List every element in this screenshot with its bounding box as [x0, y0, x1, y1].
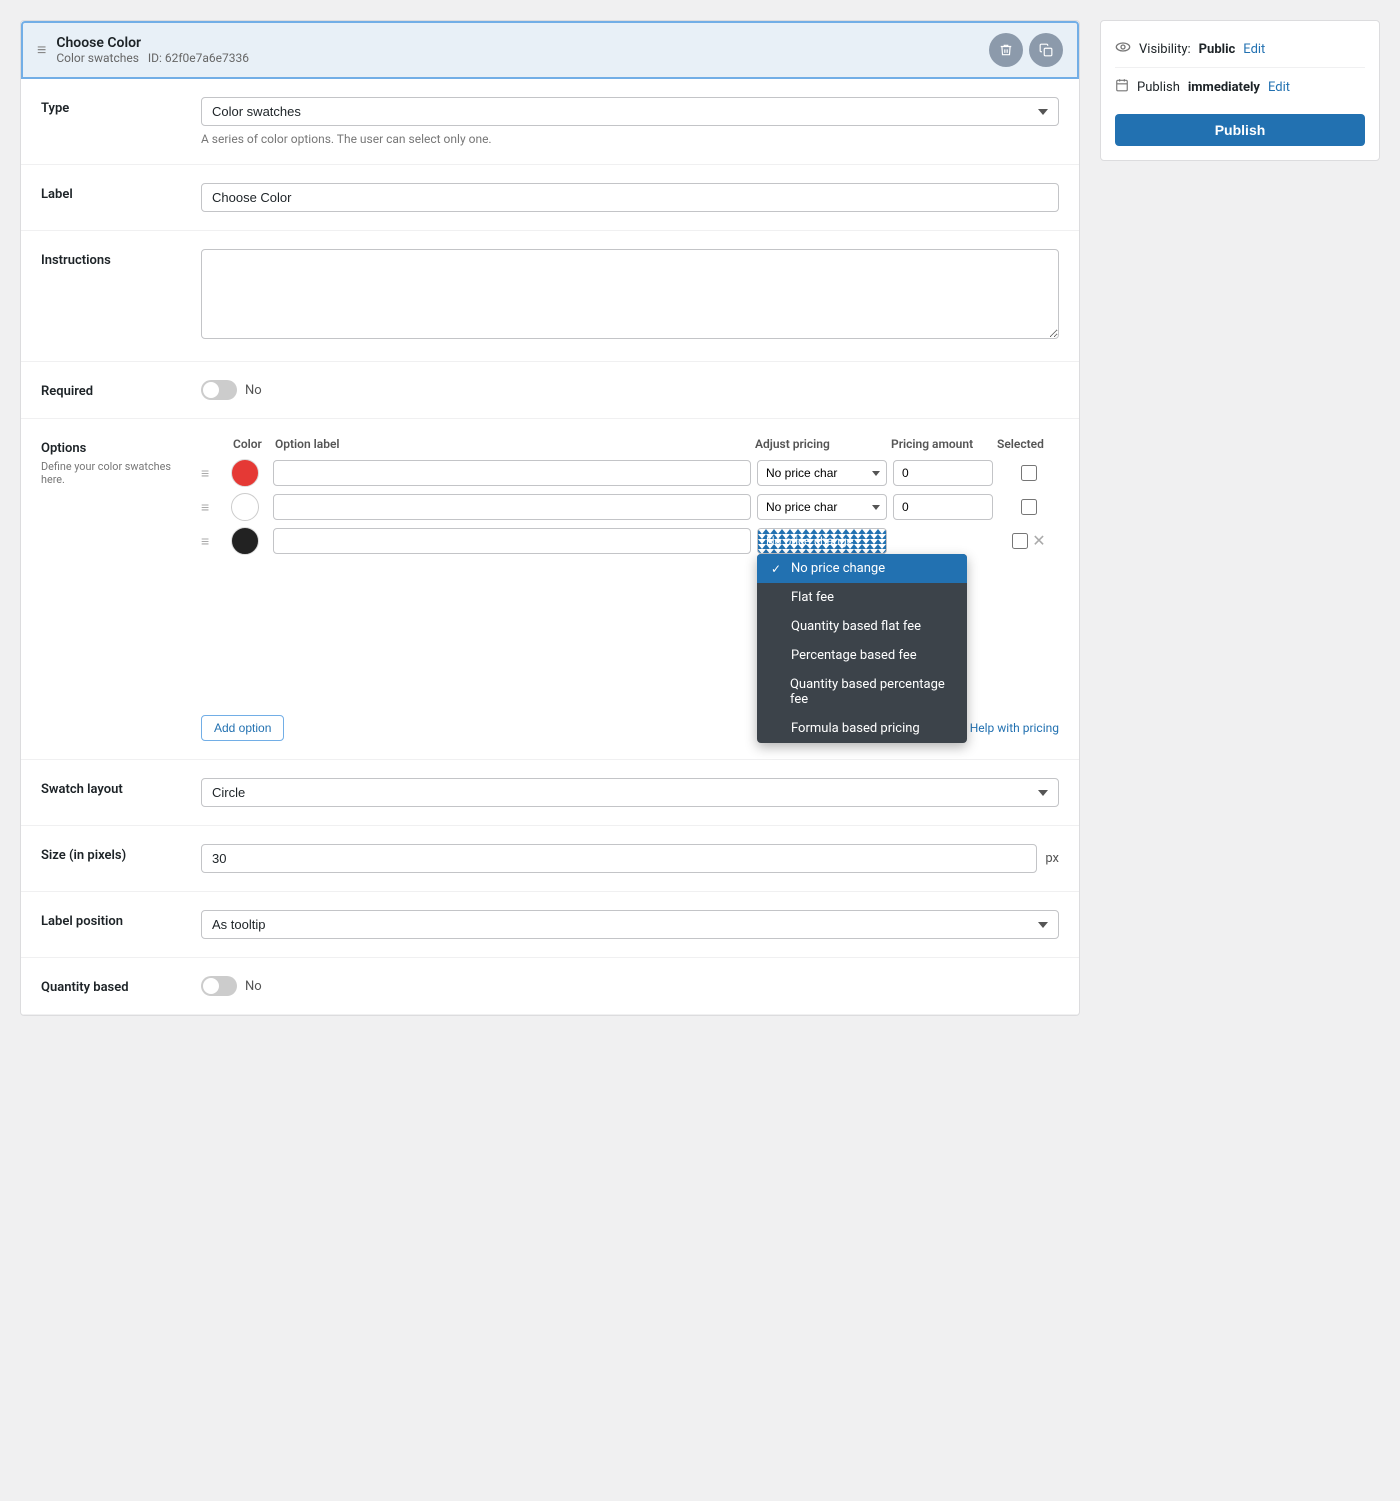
delete-button[interactable] — [989, 33, 1023, 67]
visibility-row: Visibility: Public Edit — [1115, 35, 1365, 63]
required-content: No — [201, 380, 1059, 400]
label-row: Label — [21, 165, 1079, 231]
size-suffix: px — [1045, 851, 1059, 866]
type-content: Color swatches Dropdown Checkboxes Radio… — [201, 97, 1059, 146]
col-color: Color — [233, 437, 269, 451]
publish-immediately: immediately — [1188, 80, 1260, 95]
option-row-2: ≡ No price char Flat fee Quantity based … — [201, 493, 1059, 521]
dropdown-item-no-price-change[interactable]: ✓ No price change — [757, 554, 967, 583]
calendar-icon — [1115, 78, 1129, 96]
required-toggle[interactable] — [201, 380, 237, 400]
type-label: Type — [41, 97, 181, 116]
swatch-layout-label: Swatch layout — [41, 778, 181, 797]
type-row: Type Color swatches Dropdown Checkboxes … — [21, 79, 1079, 165]
instructions-label: Instructions — [41, 249, 181, 268]
dropdown-item-flat-fee[interactable]: Flat fee — [757, 583, 967, 612]
field-subtitle: Color swatches ID: 62f0e7a6e7336 — [56, 51, 249, 65]
row1-amount-input[interactable] — [893, 460, 993, 486]
swatch-layout-row: Swatch layout Circle Square Round square — [21, 760, 1079, 826]
quantity-based-toggle-label: No — [245, 979, 262, 994]
visibility-value: Public — [1199, 42, 1236, 57]
label-position-label: Label position — [41, 910, 181, 929]
row3-delete-button[interactable]: ✕ — [1032, 531, 1045, 551]
publish-edit-link[interactable]: Edit — [1268, 80, 1290, 95]
publish-row: Publish immediately Edit — [1115, 72, 1365, 102]
required-row: Required No — [21, 362, 1079, 419]
label-field-label: Label — [41, 183, 181, 202]
row1-pricing-select[interactable]: No price char Flat fee Quantity based fl… — [757, 460, 887, 486]
col-adjust-pricing: Adjust pricing — [755, 437, 885, 451]
label-position-row: Label position As tooltip Below swatch H… — [21, 892, 1079, 958]
row2-label-input[interactable] — [273, 494, 751, 520]
dropdown-item-pct-fee[interactable]: Percentage based fee — [757, 641, 967, 670]
instructions-textarea[interactable] — [201, 249, 1059, 339]
label-content — [201, 183, 1059, 212]
dropdown-item-qty-flat[interactable]: Quantity based flat fee — [757, 612, 967, 641]
row2-color-swatch[interactable] — [231, 493, 259, 521]
options-sublabel: Define your color swatches here. — [41, 460, 181, 486]
field-title: Choose Color — [56, 35, 249, 51]
copy-button[interactable] — [1029, 33, 1063, 67]
instructions-content — [201, 249, 1059, 343]
options-row: Options Define your color swatches here.… — [21, 419, 1079, 760]
row3-label-input[interactable] — [273, 528, 751, 554]
visibility-edit-link[interactable]: Edit — [1243, 42, 1265, 57]
help-with-pricing-link[interactable]: Help with pricing — [970, 721, 1059, 735]
row2-pricing-select[interactable]: No price char Flat fee Quantity based fl… — [757, 494, 887, 520]
instructions-row: Instructions — [21, 231, 1079, 362]
swatch-layout-select[interactable]: Circle Square Round square — [201, 778, 1059, 807]
dropdown-item-qty-pct[interactable]: Quantity based percentage fee — [757, 670, 967, 714]
quantity-based-content: No — [201, 976, 1059, 996]
size-row: Size (in pixels) px — [21, 826, 1079, 892]
field-body: Type Color swatches Dropdown Checkboxes … — [21, 79, 1079, 1015]
option-row-1: ≡ No price char Flat fee Quantity based … — [201, 459, 1059, 487]
row1-label-input[interactable] — [273, 460, 751, 486]
size-input[interactable] — [201, 844, 1037, 873]
swatch-layout-content: Circle Square Round square — [201, 778, 1059, 807]
label-input[interactable] — [201, 183, 1059, 212]
row3-pricing-select[interactable]: No price change Flat fee Quantity based … — [757, 528, 887, 554]
field-header: ≡ Choose Color Color swatches ID: 62f0e7… — [21, 21, 1079, 79]
publish-label: Publish — [1137, 80, 1180, 95]
size-label: Size (in pixels) — [41, 844, 181, 863]
publish-button[interactable]: Publish — [1115, 114, 1365, 146]
quantity-based-row: Quantity based No — [21, 958, 1079, 1015]
option-row-3: ≡ No price change Flat fee Quantity base… — [201, 527, 1059, 555]
size-content: px — [201, 844, 1059, 873]
row2-amount-input[interactable] — [893, 494, 993, 520]
required-label: Required — [41, 380, 181, 399]
drag-handle-icon[interactable]: ≡ — [37, 40, 46, 60]
col-pricing-amount: Pricing amount — [891, 437, 991, 451]
row3-color-swatch[interactable] — [231, 527, 259, 555]
options-label: Options Define your color swatches here. — [41, 437, 181, 486]
sidebar: Visibility: Public Edit Publish immediat… — [1100, 20, 1380, 161]
col-selected: Selected — [997, 437, 1057, 451]
row1-drag-icon[interactable]: ≡ — [201, 465, 225, 482]
row1-selected-checkbox[interactable] — [1021, 465, 1037, 481]
col-option-label: Option label — [275, 437, 749, 451]
row2-selected-checkbox[interactable] — [1021, 499, 1037, 515]
quantity-based-label: Quantity based — [41, 976, 181, 995]
row3-drag-icon[interactable]: ≡ — [201, 533, 225, 550]
row1-color-swatch[interactable] — [231, 459, 259, 487]
publish-box: Visibility: Public Edit Publish immediat… — [1100, 20, 1380, 161]
field-header-actions — [989, 33, 1063, 67]
visibility-label: Visibility: — [1139, 42, 1191, 57]
row2-drag-icon[interactable]: ≡ — [201, 499, 225, 516]
visibility-icon — [1115, 41, 1131, 57]
options-content: Color Option label Adjust pricing Pricin… — [201, 437, 1059, 741]
options-table-header: Color Option label Adjust pricing Pricin… — [201, 437, 1059, 451]
row3-selected-checkbox[interactable] — [1012, 533, 1028, 549]
label-position-select[interactable]: As tooltip Below swatch Hidden — [201, 910, 1059, 939]
type-description: A series of color options. The user can … — [201, 132, 1059, 146]
type-select[interactable]: Color swatches Dropdown Checkboxes Radio… — [201, 97, 1059, 126]
pricing-dropdown-menu: ✓ No price change Flat fee Quantity base — [757, 554, 967, 743]
add-option-button[interactable]: Add option — [201, 715, 284, 741]
dropdown-item-formula[interactable]: Formula based pricing — [757, 714, 967, 743]
required-toggle-label: No — [245, 383, 262, 398]
label-position-content: As tooltip Below swatch Hidden — [201, 910, 1059, 939]
quantity-based-toggle[interactable] — [201, 976, 237, 996]
